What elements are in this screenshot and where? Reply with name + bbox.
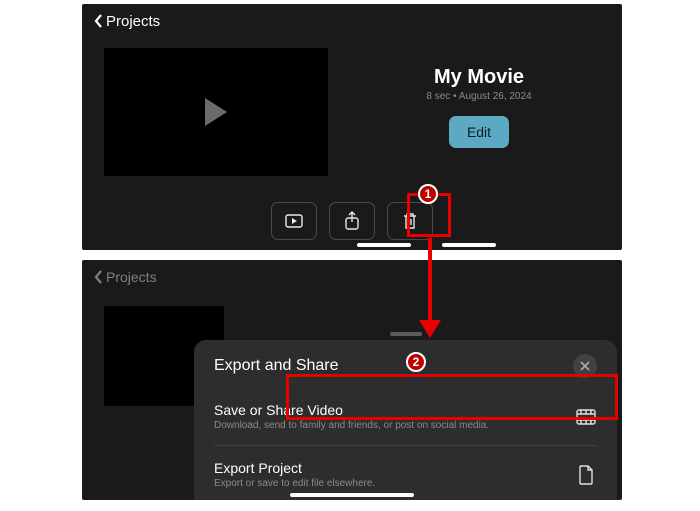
play-rect-icon	[285, 214, 303, 228]
document-icon	[575, 464, 597, 486]
back-label: Projects	[106, 13, 160, 30]
movie-title: My Movie	[434, 66, 524, 89]
play-icon	[205, 98, 227, 126]
project-toolbar	[265, 202, 439, 240]
divider	[214, 445, 597, 446]
nav-header: Projects	[82, 4, 622, 38]
imovie-export-sheet-screen: Projects Export and Share Save or Share …	[82, 260, 622, 500]
nav-header: Projects	[82, 260, 622, 294]
video-meta: My Movie 8 sec • August 26, 2024 Edit	[358, 48, 600, 176]
film-icon	[575, 406, 597, 428]
close-button[interactable]	[573, 354, 597, 378]
export-share-sheet: Export and Share Save or Share Video Dow…	[194, 340, 617, 500]
play-video-button[interactable]	[271, 202, 317, 240]
item-title: Save or Share Video	[214, 402, 489, 418]
export-project-item[interactable]: Export Project Export or save to edit fi…	[214, 450, 597, 499]
item-subtitle: Export or save to edit file elsewhere.	[214, 478, 375, 489]
save-or-share-video-item[interactable]: Save or Share Video Download, send to fa…	[214, 392, 597, 441]
share-icon	[344, 211, 360, 231]
chevron-left-icon	[94, 13, 104, 29]
home-indicator	[290, 493, 414, 497]
annotation-arrow	[428, 238, 432, 324]
home-indicator	[442, 243, 496, 247]
share-button[interactable]	[329, 202, 375, 240]
movie-subtitle: 8 sec • August 26, 2024	[426, 91, 531, 102]
sheet-grabber[interactable]	[390, 332, 422, 336]
back-label: Projects	[106, 269, 157, 285]
sheet-header: Export and Share	[214, 354, 597, 378]
project-body: My Movie 8 sec • August 26, 2024 Edit	[82, 38, 622, 176]
item-title: Export Project	[214, 460, 375, 476]
edit-button[interactable]: Edit	[449, 116, 509, 148]
item-subtitle: Download, send to family and friends, or…	[214, 420, 489, 431]
trash-icon	[402, 212, 418, 230]
home-indicator	[357, 243, 411, 247]
annotation-arrow-head	[419, 320, 441, 338]
back-button[interactable]: Projects	[94, 13, 160, 30]
delete-button[interactable]	[387, 202, 433, 240]
sheet-title: Export and Share	[214, 357, 339, 375]
imovie-project-screen: Projects My Movie 8 sec • August 26, 202…	[82, 4, 622, 250]
back-button[interactable]: Projects	[94, 269, 157, 285]
video-thumbnail[interactable]	[104, 48, 328, 176]
chevron-left-icon	[94, 269, 104, 285]
close-icon	[580, 361, 590, 371]
